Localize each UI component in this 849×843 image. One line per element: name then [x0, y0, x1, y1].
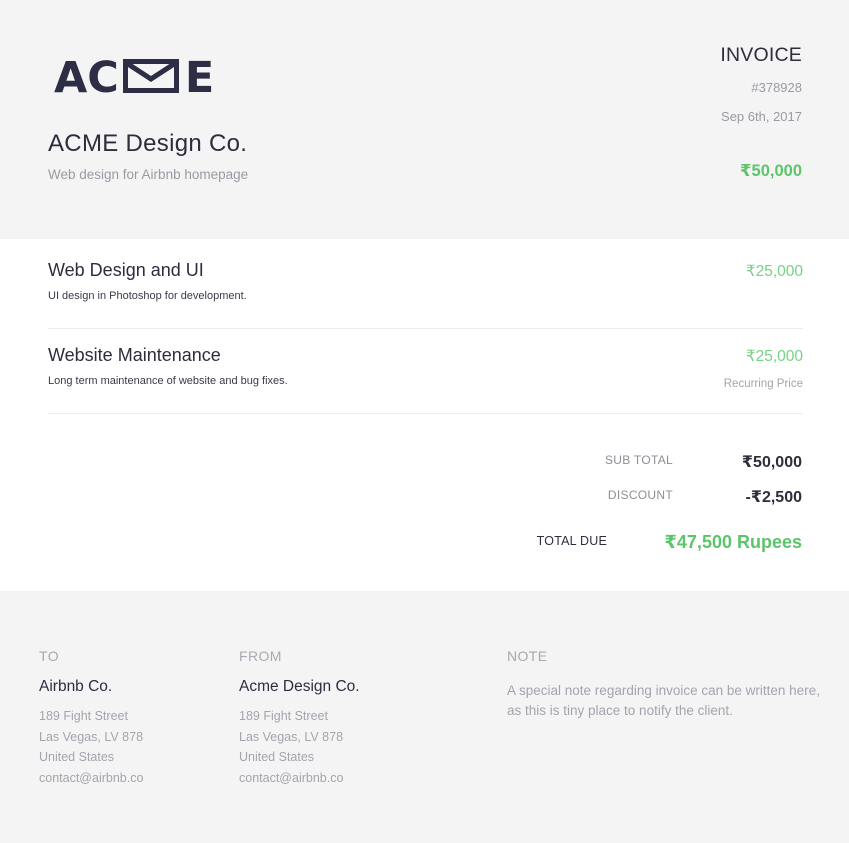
to-address: 189 Fight Street Las Vegas, LV 878 Unite… — [39, 706, 143, 788]
subtotal-label: SUB TOTAL — [604, 453, 673, 467]
invoice-number: #378928 — [751, 80, 802, 95]
to-label: TO — [39, 648, 59, 664]
address-line: United States — [39, 750, 115, 764]
to-section: TO Airbnb Co. 189 Fight Street Las Vegas… — [39, 648, 143, 788]
line-item-price: ₹25,000 — [745, 263, 803, 280]
from-address: 189 Fight Street Las Vegas, LV 878 Unite… — [239, 706, 360, 788]
note-label: NOTE — [507, 648, 548, 664]
from-name: Acme Design Co. — [239, 678, 360, 695]
acme-logo: AC E — [54, 56, 214, 100]
email-link[interactable]: contact@airbnb.co — [39, 768, 143, 789]
from-section: FROM Acme Design Co. 189 Fight Street La… — [239, 648, 360, 788]
line-item: Web Design and UI UI design in Photoshop… — [48, 239, 803, 329]
invoice-title: INVOICE — [720, 44, 802, 66]
line-item: Website Maintenance Long term maintenanc… — [48, 324, 803, 414]
subtotal-value: ₹50,000 — [741, 454, 802, 471]
line-item-price-note: Recurring Price — [723, 378, 803, 390]
envelope-icon — [122, 58, 179, 98]
invoice-date: Sep 6th, 2017 — [721, 109, 802, 124]
line-item-title: Website Maintenance — [48, 345, 221, 365]
to-name: Airbnb Co. — [39, 678, 113, 695]
from-label: FROM — [239, 648, 282, 664]
total-due-label: TOTAL DUE — [536, 534, 607, 548]
address-line: Las Vegas, LV 878 — [39, 729, 144, 744]
total-due-value: ₹47,500 Rupees — [664, 532, 802, 552]
note-text: A special note regarding invoice can be … — [507, 683, 820, 718]
line-item-price: ₹25,000 — [745, 348, 803, 365]
address-line: 189 Fight Street — [39, 709, 128, 723]
logo-text-left: AC — [54, 53, 119, 103]
address-line: Las Vegas, LV 878 — [239, 729, 344, 744]
company-name: ACME Design Co. — [48, 130, 248, 157]
address-line: United States — [239, 750, 315, 764]
company-tagline: Web design for Airbnb homepage — [48, 167, 249, 182]
line-item-description: Long term maintenance of website and bug… — [48, 375, 288, 387]
invoice-amount: ₹50,000 — [740, 162, 802, 180]
invoice-footer: TO Airbnb Co. 189 Fight Street Las Vegas… — [0, 591, 849, 843]
address-line: 189 Fight Street — [239, 709, 328, 723]
logo-text-right: E — [184, 53, 215, 103]
line-item-title: Web Design and UI — [48, 260, 204, 280]
invoice-header: AC E ACME Design Co. Web design for Airb… — [0, 0, 849, 239]
line-item-description: UI design in Photoshop for development. — [48, 290, 247, 302]
discount-value: -₹2,500 — [745, 489, 803, 506]
note-section: NOTE A special note regarding invoice ca… — [507, 648, 822, 720]
discount-label: DISCOUNT — [607, 488, 673, 502]
email-link[interactable]: contact@airbnb.co — [239, 768, 360, 789]
